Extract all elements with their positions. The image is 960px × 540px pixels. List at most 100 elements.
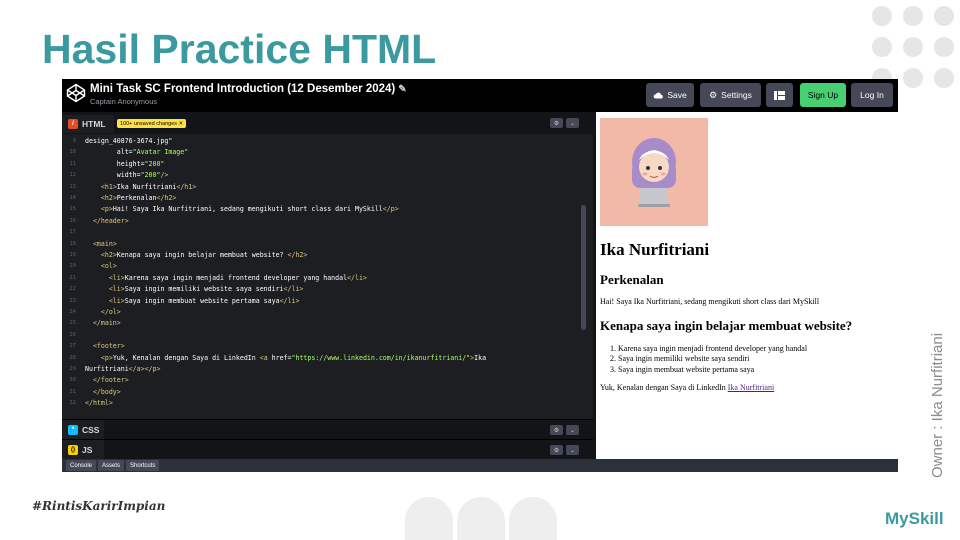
tab-html[interactable]: / HTML	[62, 115, 114, 133]
html-icon: /	[68, 119, 78, 129]
sign-up-button[interactable]: Sign Up	[800, 83, 846, 107]
linkedin-link[interactable]: Ika Nurfitriani	[728, 383, 774, 392]
line-number: 32	[69, 400, 76, 407]
myskill-logo: MySkill	[885, 509, 944, 528]
preview-footer: Yuk, Kenalan dengan Saya di LinkedIn Ika…	[600, 383, 774, 392]
code-line: 20 <ol>	[62, 261, 584, 272]
tab-html-label: HTML	[82, 119, 106, 129]
code-text: <li>Karena saya ingin menjadi frontend d…	[108, 273, 367, 282]
code-line: 17	[62, 227, 584, 238]
shortcuts-tab[interactable]: Shortcuts	[126, 460, 160, 471]
dot	[934, 68, 954, 88]
codepen-logo-icon[interactable]	[66, 83, 86, 103]
code-text: <footer>	[92, 342, 125, 351]
code-text: </body>	[92, 387, 121, 396]
line-number: 26	[69, 331, 76, 338]
code-line: 31 </body>	[62, 387, 584, 398]
console-tab[interactable]: Console	[66, 460, 97, 471]
js-icon: ()	[68, 445, 78, 455]
html-editor: / HTML 100+ unsaved changes ✕ ⚙ ⌄ 9 desig…	[62, 112, 593, 472]
pane-settings-icon[interactable]: ⚙	[550, 118, 563, 128]
code-line: 24 </ol>	[62, 307, 584, 318]
pen-author[interactable]: Captain Anonymous	[90, 97, 157, 106]
line-number: 30	[69, 377, 76, 384]
line-number: 9	[72, 138, 76, 144]
code-line: 13 <h1>Ika Nurfitriani</h1>	[62, 182, 584, 193]
preview-heading-name: Ika Nurfitriani	[600, 240, 710, 259]
code-line: 10 alt="Avatar Image"	[62, 147, 584, 158]
preview-heading-intro: Perkenalan	[600, 272, 664, 287]
pen-title[interactable]: Mini Task SC Frontend Introduction (12 D…	[90, 83, 407, 95]
css-icon: *	[68, 425, 78, 435]
save-label: Save	[667, 90, 687, 100]
code-text: </footer>	[92, 376, 129, 385]
code-text: Nurfitriani</a></p>	[85, 365, 161, 373]
gear-icon: ⚙	[709, 89, 718, 100]
codepen-topbar: Mini Task SC Frontend Introduction (12 D…	[62, 79, 898, 112]
unsaved-changes-badge[interactable]: 100+ unsaved changes ✕	[117, 119, 187, 128]
reason-text: Saya ingin membuat website pertama saya	[618, 364, 755, 374]
code-line: 14 <h2>Perkenalan</h2>	[62, 193, 584, 204]
chevron-down-icon[interactable]: ⌄	[566, 118, 579, 128]
assets-tab[interactable]: Assets	[98, 460, 125, 471]
edit-pencil-icon[interactable]: ✎	[398, 84, 406, 95]
codepen-screenshot: Mini Task SC Frontend Introduction (12 D…	[62, 79, 898, 472]
chevron-down-icon[interactable]: ⌄	[566, 445, 579, 455]
dot	[934, 6, 954, 26]
code-text: height="200"	[85, 159, 165, 168]
list-item: 2. Saya ingin memiliki website saya send…	[610, 354, 750, 364]
layout-icon	[774, 90, 785, 100]
dot	[872, 37, 892, 57]
code-text: </ol>	[100, 308, 121, 316]
code-area[interactable]: 9 design_40876-3674.jpg" 10 alt="Avatar Im…	[62, 134, 584, 419]
code-line: 11 height="200"	[62, 159, 584, 170]
reason-text: Saya ingin memiliki website saya sendiri	[618, 354, 750, 364]
code-line: 12 width="200"/>	[62, 170, 584, 181]
pane-settings-icon[interactable]: ⚙	[550, 445, 563, 455]
dot	[934, 37, 954, 57]
hashtag: #RintisKarirImpian	[32, 499, 166, 513]
code-line: 19 <h2>Kenapa saya ingin belajar membuat…	[62, 250, 584, 261]
owner-caption: Owner : Ika Nurfitriani	[905, 310, 946, 480]
code-text: width="200"/>	[85, 171, 169, 180]
pane-settings-icon[interactable]: ⚙	[550, 425, 563, 435]
code-line: 26	[62, 330, 584, 341]
code-text: <h2>Perkenalan</h2>	[100, 194, 177, 202]
code-line: 30 </footer>	[62, 375, 584, 386]
decorative-dots	[872, 6, 954, 88]
code-text: <h1>Ika Nurfitriani</h1>	[100, 182, 197, 191]
line-number: 28	[69, 354, 76, 361]
tab-js[interactable]: () JS	[62, 440, 104, 460]
line-number: 24	[69, 309, 76, 315]
code-text: </html>	[85, 399, 113, 408]
editor-scrollbar[interactable]	[581, 205, 586, 330]
log-in-button[interactable]: Log In	[851, 83, 893, 107]
code-line: 29 Nurfitriani</a></p>	[62, 364, 584, 375]
code-text: alt="Avatar Image"	[85, 148, 189, 157]
chevron-down-icon[interactable]: ⌄	[566, 425, 579, 435]
code-line: 22 <li>Saya ingin memiliki website saya …	[62, 284, 584, 295]
owner-text: Owner : Ika Nurfitriani	[929, 332, 946, 478]
settings-button[interactable]: ⚙ Settings	[700, 83, 761, 107]
line-number: 16	[69, 217, 76, 224]
cloud-icon	[653, 92, 664, 98]
line-number: 12	[69, 172, 76, 179]
tab-css[interactable]: * CSS	[62, 420, 104, 440]
code-line: 16 </header>	[62, 216, 584, 227]
tab-css-label: CSS	[82, 425, 100, 435]
dot	[903, 37, 923, 57]
slide: Hasil Practice HTML Mini Task SC Fronten…	[0, 0, 960, 540]
code-text: <main>	[92, 239, 117, 248]
code-line: 21 <li>Karena saya ingin menjadi fronten…	[62, 273, 584, 284]
line-number: 20	[69, 263, 76, 270]
line-number: 29	[69, 366, 76, 372]
line-number: 31	[69, 388, 76, 395]
preview-pane: Ika Nurfitriani Perkenalan Hai! Saya Ika…	[596, 112, 898, 459]
layout-button[interactable]	[766, 83, 793, 107]
code-line: 9 design_40876-3674.jpg"	[62, 136, 584, 147]
dot	[903, 68, 923, 88]
save-button[interactable]: Save	[646, 83, 694, 107]
code-text: <li>Saya ingin memiliki website saya sen…	[108, 285, 304, 294]
line-number: 25	[69, 320, 76, 327]
decorative-shape	[509, 497, 557, 540]
